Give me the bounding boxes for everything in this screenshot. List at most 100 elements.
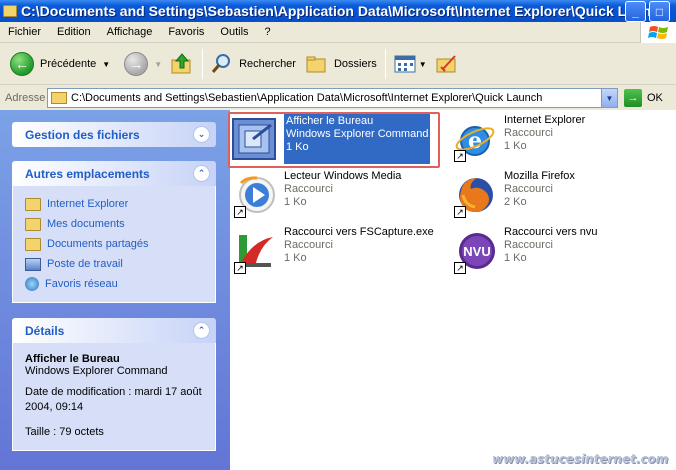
sync-folder-button[interactable] <box>431 46 463 82</box>
watermark: www.astucesinternet.com <box>492 452 669 466</box>
file-text: Internet Explorer Raccourci 1 Ko <box>504 114 585 164</box>
up-folder-button[interactable] <box>166 46 198 82</box>
file-name: Mozilla Firefox <box>504 170 575 182</box>
place-label: Internet Explorer <box>47 198 129 210</box>
place-poste-de-travail[interactable]: Poste de travail <box>25 254 203 274</box>
folders-label: Dossiers <box>333 58 377 70</box>
file-text: Mozilla Firefox Raccourci 2 Ko <box>504 170 575 220</box>
toolbar: ← Précédente ▼ → ▼ Rechercher Dossiers ▼ <box>0 44 676 85</box>
file-size: 1 Ko <box>284 196 307 208</box>
forward-dropdown-icon[interactable]: ▼ <box>154 60 162 69</box>
go-button[interactable]: → OK <box>624 89 663 107</box>
folder-icon <box>51 92 67 104</box>
file-item-nvu[interactable]: NVU ↗ Raccourci vers nvu Raccourci 1 Ko <box>450 226 598 276</box>
menu-fichier[interactable]: Fichier <box>0 26 49 38</box>
file-text: Lecteur Windows Media Raccourci 1 Ko <box>284 170 401 220</box>
address-input[interactable]: C:\Documents and Settings\Sebastien\Appl… <box>47 88 618 108</box>
views-button[interactable]: ▼ <box>390 46 431 82</box>
fscapture-icon: ↗ <box>230 226 280 276</box>
file-name: Afficher le Bureau <box>286 115 374 127</box>
place-favoris-reseau[interactable]: Favoris réseau <box>25 274 203 294</box>
other-places-list: Internet Explorer Mes documents Document… <box>12 186 216 303</box>
menu-bar: Fichier Edition Affichage Favoris Outils… <box>0 22 676 43</box>
minimize-button[interactable]: _ <box>625 1 646 22</box>
folders-button[interactable]: Dossiers <box>302 46 381 82</box>
place-label: Documents partagés <box>47 238 149 250</box>
file-size: 1 Ko <box>286 141 309 153</box>
file-item-fscapture[interactable]: ↗ Raccourci vers FSCapture.exe Raccourci… <box>230 226 434 276</box>
shortcut-arrow-icon: ↗ <box>234 262 246 274</box>
details-modified-date: 2004, 09:14 <box>25 401 84 413</box>
place-internet-explorer[interactable]: Internet Explorer <box>25 194 203 214</box>
back-arrow-icon: ← <box>10 52 34 76</box>
details-panel: Détails ⌃ Afficher le Bureau Windows Exp… <box>12 318 216 451</box>
window-title: C:\Documents and Settings\Sebastien\Appl… <box>21 3 668 19</box>
place-documents-partages[interactable]: Documents partagés <box>25 234 203 254</box>
address-dropdown-icon[interactable]: ▼ <box>601 89 617 107</box>
file-item-mozilla-firefox[interactable]: ↗ Mozilla Firefox Raccourci 2 Ko <box>450 170 575 220</box>
views-icon <box>394 55 416 73</box>
svg-text:NVU: NVU <box>463 244 490 259</box>
file-name: Internet Explorer <box>504 114 586 126</box>
back-label: Précédente <box>40 58 97 70</box>
file-size: 1 Ko <box>504 140 527 152</box>
folder-sync-icon <box>436 55 456 73</box>
place-mes-documents[interactable]: Mes documents <box>25 214 203 234</box>
views-dropdown-icon[interactable]: ▼ <box>419 60 427 69</box>
menu-favoris[interactable]: Favoris <box>160 26 212 38</box>
file-item-internet-explorer[interactable]: e ↗ Internet Explorer Raccourci 1 Ko <box>450 114 585 164</box>
other-places-title: Autres emplacements <box>25 166 150 181</box>
shortcut-arrow-icon: ↗ <box>454 206 466 218</box>
file-size: 1 Ko <box>284 252 307 264</box>
menu-edition[interactable]: Edition <box>49 26 99 38</box>
other-places-header[interactable]: Autres emplacements ⌃ <box>12 161 216 186</box>
forward-arrow-icon: → <box>124 52 149 76</box>
file-item-lecteur-windows-media[interactable]: ↗ Lecteur Windows Media Raccourci 1 Ko <box>230 170 401 220</box>
search-icon <box>211 54 231 73</box>
chevron-up-icon[interactable]: ⌃ <box>193 165 210 182</box>
go-arrow-icon: → <box>624 89 642 107</box>
search-label: Rechercher <box>239 58 296 70</box>
details-name: Afficher le Bureau <box>25 353 120 365</box>
menu-outils[interactable]: Outils <box>212 26 256 38</box>
file-item-afficher-le-bureau[interactable]: Afficher le Bureau Windows Explorer Comm… <box>230 114 431 164</box>
nvu-icon: NVU ↗ <box>450 226 500 276</box>
address-bar: Adresse C:\Documents and Settings\Sebast… <box>0 86 676 110</box>
toolbar-separator <box>202 49 204 79</box>
file-text: Raccourci vers nvu Raccourci 1 Ko <box>504 226 598 276</box>
details-size: Taille : 79 octets <box>25 426 104 438</box>
maximize-button[interactable]: □ <box>649 1 670 22</box>
shortcut-arrow-icon: ↗ <box>454 150 466 162</box>
chevron-up-icon[interactable]: ⌃ <box>193 322 210 339</box>
file-name: Raccourci vers nvu <box>504 226 598 238</box>
file-size: 1 Ko <box>504 252 527 264</box>
menu-help[interactable]: ? <box>257 26 279 38</box>
menu-affichage[interactable]: Affichage <box>99 26 161 38</box>
address-label: Adresse <box>5 92 46 104</box>
file-name: Lecteur Windows Media <box>284 170 402 182</box>
back-dropdown-icon[interactable]: ▼ <box>102 60 110 69</box>
title-bar[interactable]: C:\Documents and Settings\Sebastien\Appl… <box>0 0 676 22</box>
task-pane: Gestion des fichiers ⌄ Autres emplacemen… <box>0 110 230 470</box>
file-tasks-header[interactable]: Gestion des fichiers ⌄ <box>12 122 216 147</box>
chevron-down-icon[interactable]: ⌄ <box>193 126 210 143</box>
search-button[interactable]: Rechercher <box>207 46 300 82</box>
forward-button[interactable]: → ▼ <box>120 46 166 82</box>
folder-icon <box>3 5 17 17</box>
file-type: Raccourci <box>504 239 553 251</box>
folder-icon <box>25 237 41 251</box>
file-type: Raccourci <box>504 127 553 139</box>
file-type: Raccourci <box>284 239 333 251</box>
file-tasks-title: Gestion des fichiers <box>25 127 140 142</box>
file-text: Raccourci vers FSCapture.exe Raccourci 1… <box>284 226 434 276</box>
details-title: Détails <box>25 323 65 338</box>
file-type: Raccourci <box>504 183 553 195</box>
file-name: Raccourci vers FSCapture.exe <box>284 226 434 238</box>
file-type: Raccourci <box>284 183 333 195</box>
file-type: Windows Explorer Command <box>286 128 429 140</box>
details-header[interactable]: Détails ⌃ <box>12 318 216 343</box>
back-button[interactable]: ← Précédente ▼ <box>6 46 114 82</box>
place-label: Mes documents <box>47 218 125 230</box>
show-desktop-icon <box>230 114 280 164</box>
firefox-icon: ↗ <box>450 170 500 220</box>
